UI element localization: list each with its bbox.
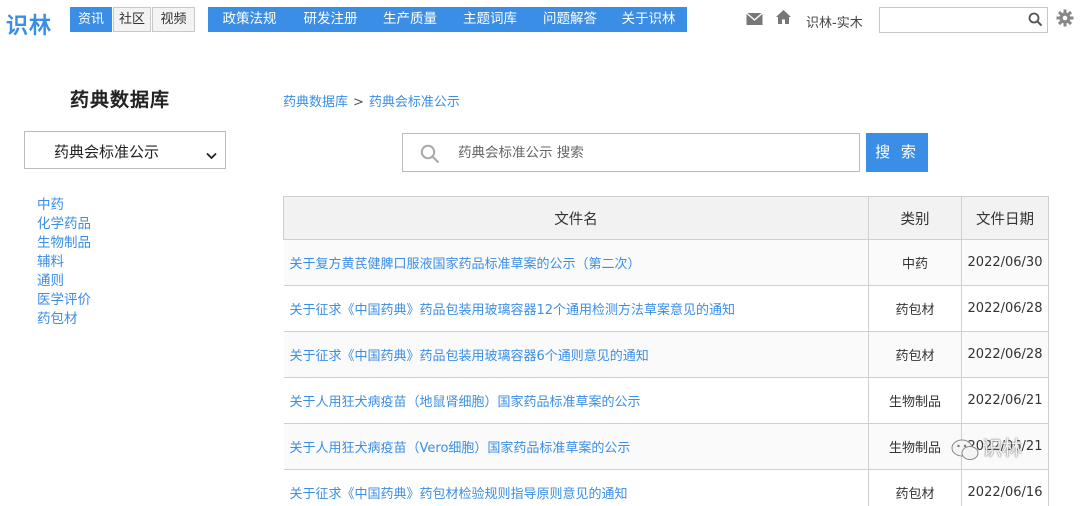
category-list: 中药 化学药品 生物制品 辅料 通则 医学评价 药包材 (37, 196, 91, 329)
nav-production-quality[interactable]: 生产质量 (370, 7, 450, 32)
document-category: 生物制品 (868, 377, 962, 424)
document-title-link[interactable]: 关于复方黄芪健脾口服液国家药品标准草案的公示（第二次） (283, 239, 869, 286)
document-category: 药包材 (868, 285, 962, 332)
document-title-link[interactable]: 关于征求《中国药典》药包材检验规则指导原则意见的通知 (283, 469, 869, 506)
table-row: 关于征求《中国药典》药包材检验规则指导原则意见的通知 药包材 2022/06/1… (283, 469, 1049, 506)
document-category: 中药 (868, 239, 962, 286)
sidebar-item-excipients[interactable]: 辅料 (37, 253, 91, 272)
document-category: 药包材 (868, 469, 962, 506)
tab-community[interactable]: 社区 (113, 7, 151, 32)
document-date: 2022/06/30 (961, 239, 1049, 286)
sidebar-item-tcm[interactable]: 中药 (37, 196, 91, 215)
gear-icon[interactable] (1056, 9, 1074, 31)
table-row: 关于复方黄芪健脾口服液国家药品标准草案的公示（第二次） 中药 2022/06/3… (283, 239, 1049, 286)
main-search-input[interactable] (458, 141, 848, 165)
site-logo[interactable]: 识林 (6, 8, 52, 40)
document-category: 药包材 (868, 331, 962, 378)
top-search (879, 7, 1048, 33)
column-header-date: 文件日期 (961, 196, 1049, 240)
document-title-link[interactable]: 关于人用狂犬病疫苗（Vero细胞）国家药品标准草案的公示 (283, 423, 869, 470)
nav-rd-registration[interactable]: 研发注册 (291, 7, 370, 32)
breadcrumb-separator: > (353, 95, 364, 110)
home-icon[interactable] (775, 9, 792, 29)
watermark-text: 识林 (982, 436, 1022, 460)
breadcrumb-root[interactable]: 药典数据库 (283, 95, 348, 110)
chevron-down-icon (206, 145, 217, 164)
nav-qa[interactable]: 问题解答 (530, 7, 610, 32)
table-row: 关于征求《中国药典》药品包装用玻璃容器12个通用检测方法草案意见的通知 药包材 … (283, 285, 1049, 332)
search-icon[interactable] (1028, 12, 1043, 31)
main-nav: 政策法规 研发注册 生产质量 主题词库 问题解答 关于识林 (208, 7, 687, 32)
documents-table: 文件名 类别 文件日期 关于复方黄芪健脾口服液国家药品标准草案的公示（第二次） … (283, 196, 1049, 506)
sidebar-item-chemical-drugs[interactable]: 化学药品 (37, 215, 91, 234)
document-title-link[interactable]: 关于征求《中国药典》药品包装用玻璃容器6个通则意见的通知 (283, 331, 869, 378)
wechat-icon (951, 439, 979, 460)
tab-news[interactable]: 资讯 (70, 7, 112, 32)
breadcrumb-current[interactable]: 药典会标准公示 (369, 95, 460, 110)
sidebar-item-packaging[interactable]: 药包材 (37, 310, 91, 329)
main-search (402, 133, 860, 172)
document-category: 生物制品 (868, 423, 962, 470)
column-header-filename: 文件名 (283, 196, 869, 240)
tab-video[interactable]: 视频 (152, 7, 195, 32)
search-icon (420, 144, 440, 168)
table-row: 关于征求《中国药典》药品包装用玻璃容器6个通则意见的通知 药包材 2022/06… (283, 331, 1049, 378)
breadcrumb: 药典数据库 > 药典会标准公示 (283, 91, 460, 110)
sidebar-item-general-rules[interactable]: 通则 (37, 272, 91, 291)
document-date: 2022/06/28 (961, 331, 1049, 378)
table-row: 关于人用狂犬病疫苗（地鼠肾细胞）国家药品标准草案的公示 生物制品 2022/06… (283, 377, 1049, 424)
document-title-link[interactable]: 关于征求《中国药典》药品包装用玻璃容器12个通用检测方法草案意见的通知 (283, 285, 869, 332)
document-date: 2022/06/21 (961, 377, 1049, 424)
document-date: 2022/06/28 (961, 285, 1049, 332)
search-button[interactable]: 搜 索 (866, 133, 928, 172)
category-select[interactable]: 药典会标准公示 (24, 131, 226, 169)
table-row: 关于人用狂犬病疫苗（Vero细胞）国家药品标准草案的公示 生物制品 2022/0… (283, 423, 1049, 470)
nav-about[interactable]: 关于识林 (610, 7, 687, 32)
nav-policy[interactable]: 政策法规 (208, 7, 291, 32)
document-date: 2022/06/16 (961, 469, 1049, 506)
top-search-input[interactable] (884, 8, 1024, 32)
sidebar-title: 药典数据库 (70, 89, 171, 111)
column-header-category: 类别 (868, 196, 962, 240)
category-select-value: 药典会标准公示 (54, 143, 160, 161)
nav-topic-terms[interactable]: 主题词库 (450, 7, 530, 32)
watermark: 识林 (950, 432, 1022, 462)
sidebar-item-medical-evaluation[interactable]: 医学评价 (37, 291, 91, 310)
sidebar-item-biologics[interactable]: 生物制品 (37, 234, 91, 253)
user-name[interactable]: 识林-实木 (806, 12, 863, 31)
mail-icon[interactable] (746, 11, 763, 30)
table-header-row: 文件名 类别 文件日期 (283, 196, 1049, 240)
document-title-link[interactable]: 关于人用狂犬病疫苗（地鼠肾细胞）国家药品标准草案的公示 (283, 377, 869, 424)
